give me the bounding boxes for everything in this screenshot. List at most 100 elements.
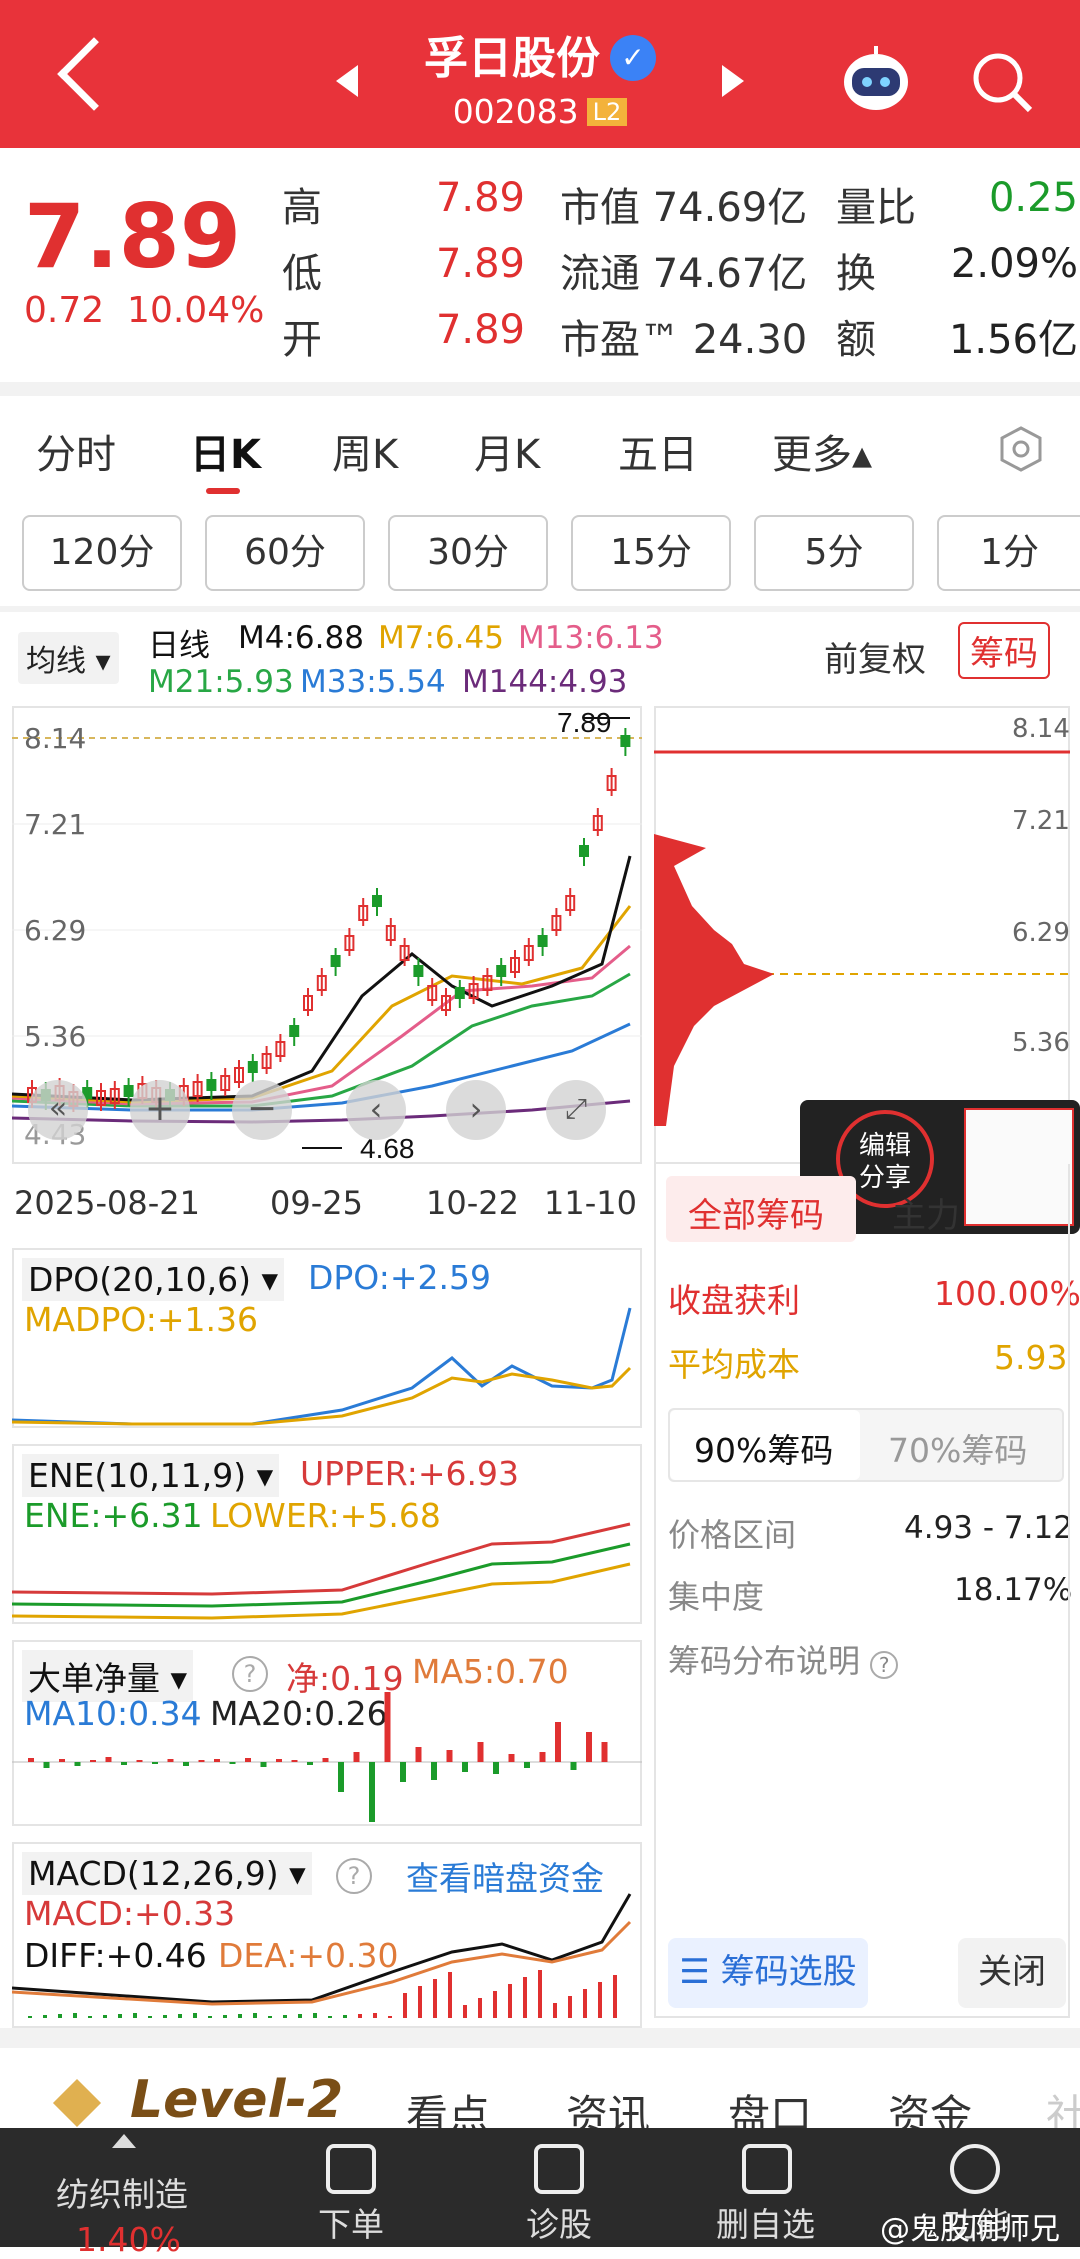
- flow-bar: [291, 1760, 298, 1762]
- level2-badge: L2: [586, 98, 628, 126]
- sector-name[interactable]: 纺织制造: [56, 2168, 188, 2216]
- tab-weekly-k[interactable]: 周K: [332, 422, 398, 480]
- order-button[interactable]: 下单: [318, 2198, 384, 2246]
- tab-daily-k[interactable]: 日K: [190, 422, 261, 480]
- ene-chart: [12, 1522, 631, 1620]
- kline-chart: 7.89 4.68: [12, 707, 642, 1164]
- macd-bar: [118, 2014, 122, 2018]
- remove-watchlist-button[interactable]: 删自选: [716, 2198, 815, 2246]
- tab-intraday[interactable]: 分时: [36, 422, 116, 480]
- macd-bar: [493, 1991, 497, 2018]
- chevron-left-icon[interactable]: ‹: [346, 1080, 406, 1140]
- ma-selector[interactable]: 均线 ▾: [18, 632, 119, 684]
- settings-hexagon-icon[interactable]: [996, 424, 1046, 474]
- remove-watchlist-icon[interactable]: [742, 2144, 792, 2194]
- bottom-toolbar: 纺织制造 1.40% 下单 诊股 删自选 功能 @鬼股阴师兄: [0, 2128, 1080, 2259]
- macd-bar: [103, 2015, 107, 2018]
- flow-bar: [167, 1759, 174, 1762]
- volume-ratio-label: 量比: [836, 185, 916, 231]
- active-tab-indicator: [206, 488, 240, 494]
- flow-bar: [586, 1732, 592, 1762]
- period-5min[interactable]: 5分: [754, 515, 914, 591]
- chip-price-tick: 8.14: [1012, 714, 1070, 744]
- flow-bar: [400, 1762, 406, 1782]
- kline-type: 日线: [148, 628, 210, 664]
- flow-bar: [493, 1762, 499, 1774]
- date-tick: 10-22: [426, 1184, 519, 1222]
- top-bar: 孚日股份 ✓ 002083 L2: [0, 0, 1080, 148]
- chip-price-tick: 5.36: [1012, 1028, 1070, 1058]
- robot-assistant-icon[interactable]: [838, 42, 914, 118]
- level2-brand[interactable]: Level-2: [130, 2070, 343, 2130]
- macd-bar: [448, 1972, 452, 2018]
- diagnose-button[interactable]: 诊股: [526, 2198, 592, 2246]
- period-60min[interactable]: 60分: [205, 515, 365, 591]
- stock-code: 002083 L2: [0, 92, 1080, 131]
- open-value: 7.89: [435, 307, 525, 353]
- flow-bar: [105, 1757, 112, 1762]
- macd-bar: [193, 2013, 197, 2018]
- macd-bar: [163, 2015, 167, 2018]
- macd-bar: [598, 1982, 602, 2018]
- macd-bar: [478, 1998, 482, 2018]
- macd-bar: [253, 2013, 257, 2018]
- macd-bar: [73, 2013, 77, 2018]
- flow-bar: [260, 1762, 267, 1767]
- macd-bar: [283, 2015, 287, 2018]
- macd-bar: [238, 2014, 242, 2018]
- forward-adjust[interactable]: 前复权: [824, 632, 926, 681]
- market-cap: 市值 74.69亿: [560, 185, 808, 231]
- flow-bar: [152, 1762, 158, 1764]
- macd-bar: [388, 2016, 392, 2018]
- search-icon[interactable]: [970, 50, 1034, 114]
- diamond-icon: [52, 2078, 102, 2128]
- flow-bar: [446, 1750, 453, 1762]
- open-label: 开: [282, 317, 322, 363]
- period-15min[interactable]: 15分: [571, 515, 731, 591]
- flow-bar: [214, 1759, 220, 1762]
- flow-bar: [384, 1692, 391, 1762]
- chevron-right-icon[interactable]: ›: [446, 1080, 506, 1140]
- tab-more[interactable]: 更多▴: [772, 422, 872, 480]
- macd-bar: [313, 2013, 317, 2018]
- macd-bar: [403, 1993, 407, 2018]
- tab-monthly-k[interactable]: 月K: [474, 422, 540, 480]
- fullscreen-icon[interactable]: ⤢: [546, 1080, 606, 1140]
- period-120min[interactable]: 120分: [22, 515, 182, 591]
- macd-bar: [373, 2013, 377, 2018]
- dpo-line: [12, 1307, 632, 1426]
- period-30min[interactable]: 30分: [388, 515, 548, 591]
- date-tick: 2025-08-21: [14, 1184, 200, 1222]
- chip-price-tick: 7.21: [1012, 806, 1070, 836]
- flow-bar: [43, 1762, 50, 1768]
- flow-bar: [276, 1759, 282, 1762]
- flow-bar: [539, 1752, 546, 1762]
- macd-bar: [43, 2015, 47, 2018]
- macd-bar: [88, 2016, 92, 2018]
- watermark: @鬼股阴师兄: [880, 2212, 1060, 2247]
- flow-bar: [601, 1742, 608, 1762]
- flow-bar: [570, 1762, 577, 1770]
- flow-chart: [12, 1692, 642, 1822]
- diagnose-icon[interactable]: [534, 2144, 584, 2194]
- price-tick: 5.36: [24, 1020, 87, 1053]
- ma4: M4:6.88: [238, 620, 364, 656]
- macd-bar: [358, 2014, 362, 2018]
- period-1min[interactable]: 1分: [937, 515, 1080, 591]
- macd-bar: [28, 2016, 32, 2018]
- turnover-label: 换: [836, 251, 876, 297]
- last-price: 7.89: [24, 185, 242, 288]
- expand-up-icon[interactable]: [112, 2134, 136, 2148]
- function-menu-icon[interactable]: [950, 2144, 1000, 2194]
- zoom-in-icon[interactable]: +: [130, 1080, 190, 1140]
- rewind-icon[interactable]: «: [28, 1080, 88, 1140]
- order-icon[interactable]: [326, 2144, 376, 2194]
- flow-bar: [415, 1747, 422, 1762]
- ma144: M144:4.93: [462, 664, 628, 700]
- tab-five-day[interactable]: 五日: [618, 422, 698, 480]
- zoom-out-icon[interactable]: −: [232, 1080, 292, 1140]
- chips-toggle[interactable]: 筹码: [958, 622, 1050, 679]
- flow-bar: [353, 1752, 360, 1762]
- macd-bar: [58, 2014, 62, 2018]
- macd-bar: [583, 1989, 587, 2018]
